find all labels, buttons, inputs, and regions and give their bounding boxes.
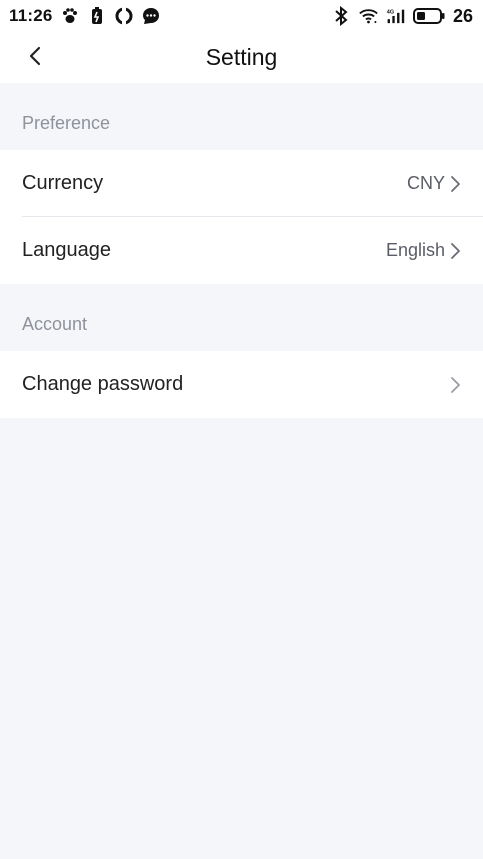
- message-icon: [142, 7, 161, 26]
- currency-value: CNY: [406, 173, 445, 193]
- header: Setting: [0, 32, 483, 83]
- row-change-password[interactable]: Change password: [0, 351, 483, 418]
- row-right: CNY: [407, 173, 463, 194]
- sync-icon: [115, 7, 134, 26]
- paw-icon: [61, 7, 80, 26]
- chevron-right-icon: [449, 174, 463, 194]
- signal-4g-icon: 4G: [386, 7, 405, 26]
- row-label: Currency: [22, 172, 104, 194]
- battery-icon: [412, 7, 445, 26]
- row-right: [449, 375, 463, 395]
- language-value: English: [385, 240, 445, 260]
- row-right: English: [386, 240, 463, 261]
- section-label-account: Account: [22, 314, 88, 334]
- status-left: 11:26: [9, 6, 161, 26]
- section-label-preference: Preference: [22, 113, 111, 133]
- status-right: 4G 26: [332, 6, 473, 27]
- back-button[interactable]: [20, 43, 50, 73]
- row-label: Language: [22, 239, 111, 261]
- status-bar: 11:26 4G 26: [0, 0, 483, 32]
- battery-level: 26: [452, 5, 473, 26]
- chevron-left-icon: [28, 45, 42, 72]
- chevron-right-icon: [449, 375, 463, 395]
- svg-text:4G: 4G: [387, 10, 394, 16]
- bluetooth-icon: [332, 6, 351, 26]
- row-language[interactable]: Language English: [0, 217, 483, 284]
- status-time: 11:26: [9, 6, 53, 25]
- row-currency[interactable]: Currency CNY: [0, 150, 483, 217]
- battery-saver-icon: [88, 7, 107, 26]
- page-title: Setting: [205, 44, 278, 70]
- row-label: Change password: [22, 373, 184, 395]
- wifi-icon: [359, 7, 378, 26]
- chevron-right-icon: [449, 241, 463, 261]
